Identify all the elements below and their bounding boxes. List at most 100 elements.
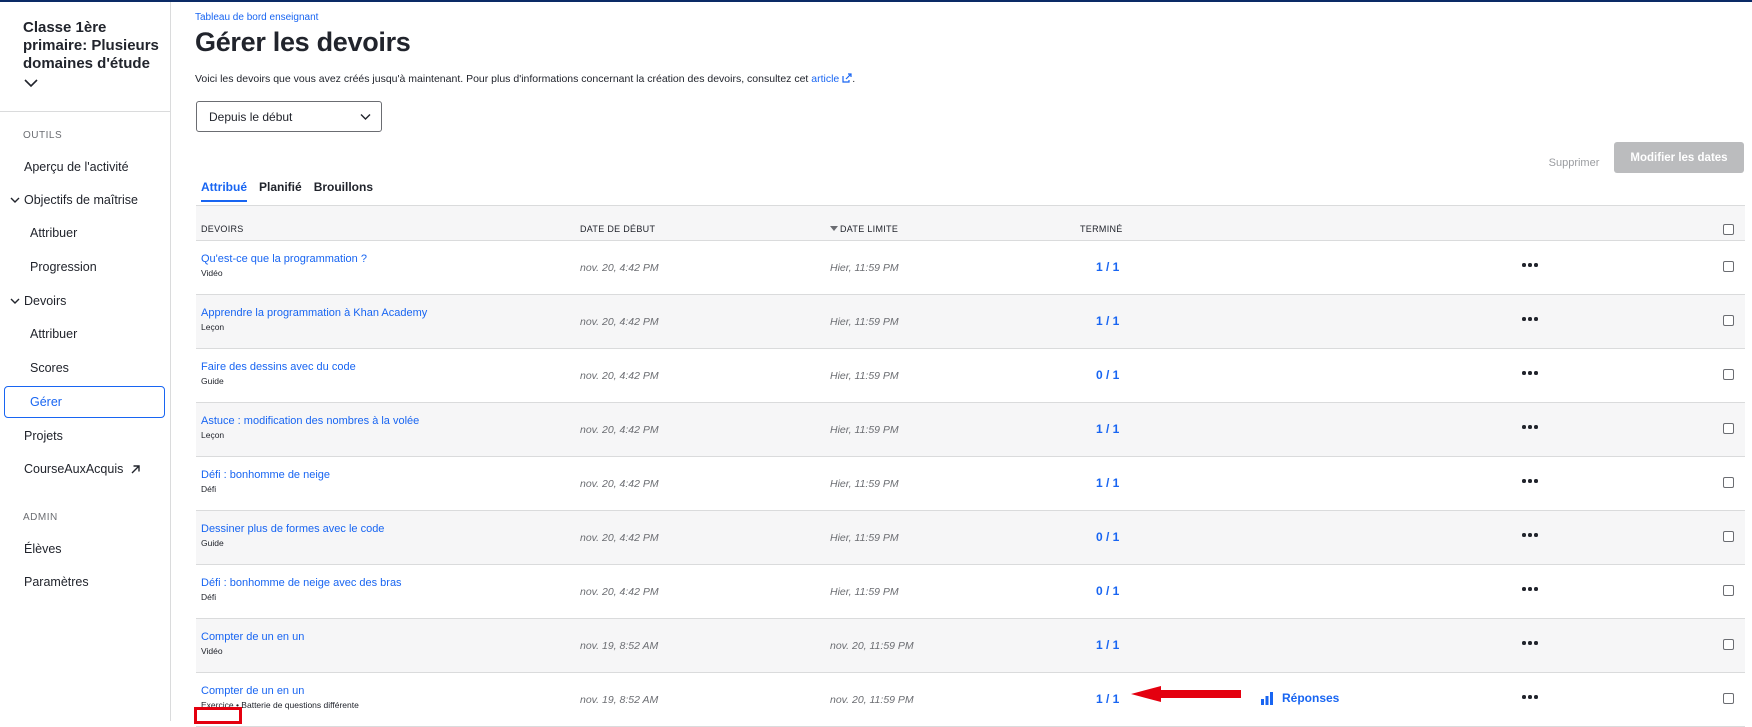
sidebar-item-course[interactable]: CourseAuxAcquis: [4, 453, 165, 485]
sidebar-item-label: Scores: [30, 361, 69, 375]
assignment-title-link[interactable]: Apprendre la programmation à Khan Academ…: [201, 307, 427, 319]
assignment-title-link[interactable]: Défi : bonhomme de neige: [201, 469, 330, 481]
sidebar-item-assignments-manage[interactable]: Gérer: [4, 386, 165, 418]
completion-count[interactable]: 0 / 1: [1096, 368, 1119, 382]
more-options-icon[interactable]: [1518, 579, 1542, 599]
column-header-done[interactable]: TERMINÉ: [1080, 224, 1123, 234]
completion-count[interactable]: 1 / 1: [1096, 692, 1119, 706]
completion-count[interactable]: 1 / 1: [1096, 260, 1119, 274]
more-options-icon[interactable]: [1518, 255, 1542, 275]
row-checkbox[interactable]: [1723, 639, 1734, 650]
edit-dates-button[interactable]: Modifier les dates: [1614, 142, 1744, 173]
assignment-cell: Apprendre la programmation à Khan Academ…: [201, 307, 427, 332]
row-checkbox[interactable]: [1723, 585, 1734, 596]
column-header-assignment[interactable]: DEVOIRS: [201, 224, 244, 234]
more-options-icon[interactable]: [1518, 633, 1542, 653]
column-header-due-label: DATE LIMITE: [840, 224, 899, 234]
start-date: nov. 20, 4:42 PM: [580, 262, 659, 274]
assignment-type: Guide: [201, 538, 224, 548]
question-bank-note: • Batterie de questions différente: [235, 700, 359, 710]
assignment-type: Leçon: [201, 430, 225, 440]
sidebar-item-label: Gérer: [30, 395, 62, 409]
tab-assigned[interactable]: Attribué: [201, 180, 247, 202]
responses-button[interactable]: Réponses: [1261, 691, 1339, 705]
row-checkbox[interactable]: [1723, 261, 1734, 272]
more-options-icon[interactable]: [1518, 363, 1542, 383]
row-checkbox[interactable]: [1723, 369, 1734, 380]
sidebar-item-projects[interactable]: Projets: [4, 420, 165, 452]
sidebar-item-assignments-assign[interactable]: Attribuer: [4, 318, 165, 350]
completion-count[interactable]: 1 / 1: [1096, 314, 1119, 328]
assignment-title-link[interactable]: Qu'est-ce que la programmation ?: [201, 253, 367, 265]
sidebar-item-mastery-assign[interactable]: Attribuer: [4, 217, 165, 249]
sidebar-item-label: Élèves: [24, 542, 62, 556]
completion-count[interactable]: 1 / 1: [1096, 476, 1119, 490]
more-options-icon[interactable]: [1518, 309, 1542, 329]
completion-count[interactable]: 1 / 1: [1096, 638, 1119, 652]
due-date: Hier, 11:59 PM: [830, 424, 899, 436]
table-row: Défi : bonhomme de neige avec des bras D…: [196, 565, 1745, 619]
sidebar-item-mastery-progress[interactable]: Progression: [4, 251, 165, 283]
sidebar-item-mastery[interactable]: Objectifs de maîtrise: [4, 184, 165, 216]
chevron-down-icon: [360, 114, 371, 120]
responses-label: Réponses: [1282, 691, 1340, 705]
row-checkbox[interactable]: [1723, 315, 1734, 326]
sidebar: Classe 1ère primaire: Plusieurs domaines…: [0, 2, 171, 721]
select-all-checkbox[interactable]: [1723, 224, 1734, 235]
row-checkbox[interactable]: [1723, 477, 1734, 488]
completion-count[interactable]: 0 / 1: [1096, 530, 1119, 544]
assignment-cell: Compter de un en un Vidéo: [201, 631, 304, 656]
chevron-down-icon[interactable]: [24, 78, 38, 88]
row-checkbox[interactable]: [1723, 693, 1734, 704]
delete-button[interactable]: Supprimer: [1519, 148, 1629, 178]
assignment-title-link[interactable]: Faire des dessins avec du code: [201, 361, 356, 373]
sidebar-item-students[interactable]: Élèves: [4, 533, 165, 565]
sidebar-item-label: Paramètres: [24, 575, 89, 589]
period-select[interactable]: Depuis le début: [196, 101, 382, 132]
due-date: nov. 20, 11:59 PM: [830, 694, 914, 706]
assignment-title-link[interactable]: Astuce : modification des nombres à la v…: [201, 415, 419, 427]
sidebar-item-label: Attribuer: [30, 327, 78, 341]
intro-text: Voici les devoirs que vous avez créés ju…: [195, 73, 855, 85]
sidebar-item-activity[interactable]: Aperçu de l'activité: [4, 151, 165, 183]
completion-count[interactable]: 1 / 1: [1096, 422, 1119, 436]
column-header-due[interactable]: DATE LIMITE: [830, 224, 898, 234]
main-content: Tableau de bord enseignant Gérer les dev…: [194, 2, 1745, 727]
tab-drafts[interactable]: Brouillons: [314, 180, 373, 202]
sidebar-item-settings[interactable]: Paramètres: [4, 566, 165, 598]
assignment-title-link[interactable]: Compter de un en un: [201, 631, 304, 643]
column-header-start[interactable]: DATE DE DÉBUT: [580, 224, 655, 234]
class-title[interactable]: Classe 1ère primaire: Plusieurs domaines…: [23, 19, 163, 73]
tab-scheduled[interactable]: Planifié: [259, 180, 302, 202]
due-date: Hier, 11:59 PM: [830, 478, 899, 490]
assignment-type: Vidéo: [201, 646, 223, 656]
table-row: Compter de un en un Exercice • Batterie …: [194, 673, 1745, 727]
row-checkbox[interactable]: [1723, 423, 1734, 434]
completion-count[interactable]: 0 / 1: [1096, 584, 1119, 598]
sidebar-item-label: Devoirs: [24, 294, 67, 308]
assignment-type: Défi: [201, 484, 217, 494]
start-date: nov. 20, 4:42 PM: [580, 370, 659, 382]
sidebar-item-label: Progression: [30, 260, 97, 274]
assignment-title-link[interactable]: Dessiner plus de formes avec le code: [201, 523, 384, 535]
sidebar-item-assignments-scores[interactable]: Scores: [4, 352, 165, 384]
more-options-icon[interactable]: [1518, 471, 1542, 491]
due-date: nov. 20, 11:59 PM: [830, 640, 914, 652]
row-checkbox[interactable]: [1723, 531, 1734, 542]
assignment-title-link[interactable]: Compter de un en un: [201, 685, 359, 697]
sort-desc-icon: [830, 226, 838, 231]
breadcrumb[interactable]: Tableau de bord enseignant: [195, 12, 318, 23]
article-link-label: article: [811, 73, 840, 85]
more-options-icon[interactable]: [1518, 687, 1542, 707]
external-link-icon: [842, 73, 852, 83]
start-date: nov. 20, 4:42 PM: [580, 478, 659, 490]
assignment-cell: Astuce : modification des nombres à la v…: [201, 415, 419, 440]
page-title: Gérer les devoirs: [195, 27, 411, 57]
sidebar-item-assignments[interactable]: Devoirs: [4, 285, 165, 317]
more-options-icon[interactable]: [1518, 417, 1542, 437]
more-options-icon[interactable]: [1518, 525, 1542, 545]
assignment-title-link[interactable]: Défi : bonhomme de neige avec des bras: [201, 577, 402, 589]
article-link[interactable]: article: [811, 73, 852, 85]
due-date: Hier, 11:59 PM: [830, 262, 899, 274]
assignment-type: Défi: [201, 592, 217, 602]
